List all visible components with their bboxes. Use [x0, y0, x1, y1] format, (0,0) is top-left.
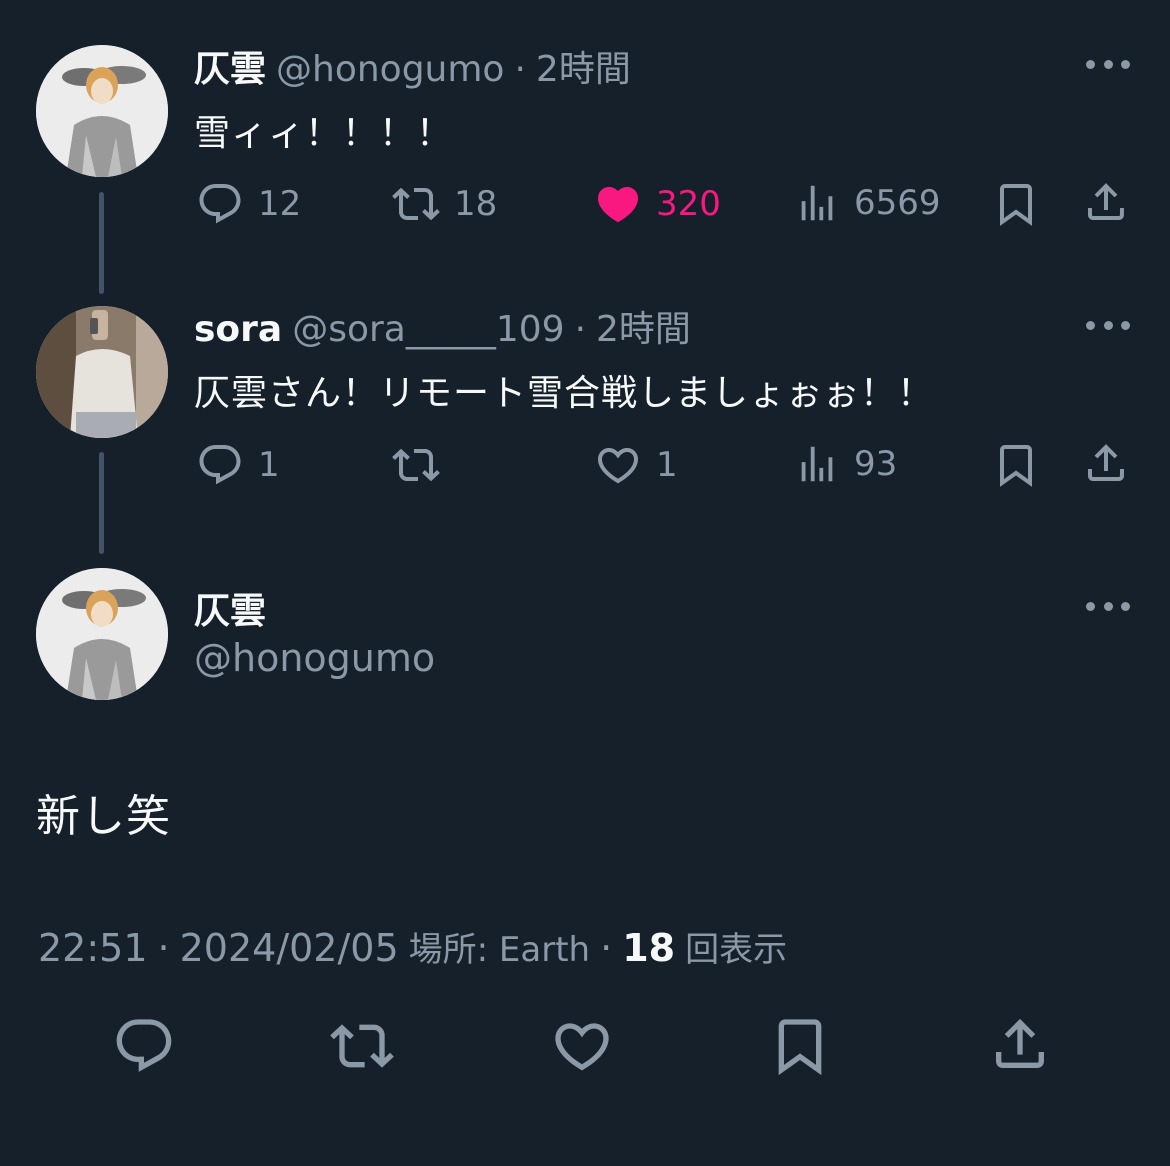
like-button[interactable]: 320: [594, 180, 721, 228]
avatar[interactable]: [36, 306, 168, 438]
share-icon: [1082, 178, 1130, 226]
views-count: 6569: [854, 183, 941, 223]
views-count: 93: [854, 444, 898, 484]
share-button[interactable]: [1082, 439, 1130, 487]
handle[interactable]: @honogumo: [194, 636, 435, 680]
bookmark-icon: [992, 441, 1040, 489]
like-icon: [594, 180, 642, 228]
views-label: 回表示: [685, 930, 788, 970]
tweet-time[interactable]: 2時間: [596, 300, 691, 352]
handle[interactable]: @honogumo: [276, 49, 504, 90]
tweet-time[interactable]: 22:51: [38, 926, 148, 970]
tweet-text: 新し笑: [36, 791, 171, 842]
like-icon: [550, 1014, 614, 1078]
retweet-button[interactable]: 18: [392, 180, 497, 228]
views-count: 18: [622, 926, 676, 970]
bookmark-button[interactable]: [768, 1014, 832, 1078]
display-name[interactable]: 仄雲: [194, 582, 266, 634]
retweet-icon: [392, 441, 440, 489]
more-icon[interactable]: [1086, 58, 1130, 70]
thread-line: [99, 452, 104, 554]
reply-icon: [196, 180, 244, 228]
reply-button[interactable]: 12: [196, 180, 301, 228]
thread-line: [99, 192, 104, 294]
avatar[interactable]: [36, 568, 168, 700]
tweet-time[interactable]: 2時間: [536, 40, 631, 92]
share-button[interactable]: [988, 1012, 1052, 1076]
tweet-location[interactable]: 場所: Earth: [409, 922, 590, 971]
bookmark-button[interactable]: [992, 180, 1040, 228]
share-button[interactable]: [1082, 178, 1130, 226]
retweet-icon: [392, 180, 440, 228]
views-button[interactable]: 6569: [794, 180, 941, 226]
more-icon[interactable]: [1086, 319, 1130, 331]
retweet-button[interactable]: [392, 441, 454, 489]
like-button[interactable]: 1: [594, 441, 678, 489]
reply-count: 1: [258, 445, 280, 485]
views-button[interactable]: 93: [794, 441, 897, 487]
tweet-text: 雪ィィ！！！！: [194, 113, 454, 154]
display-name[interactable]: sora: [194, 309, 282, 350]
avatar-photo: [36, 306, 168, 438]
bookmark-icon: [992, 180, 1040, 228]
retweet-icon: [330, 1014, 394, 1078]
avatar-illustration: [36, 45, 168, 177]
separator: ·: [600, 926, 613, 970]
display-name[interactable]: 仄雲: [194, 40, 266, 92]
like-count: 320: [656, 184, 721, 224]
more-icon[interactable]: [1086, 600, 1130, 612]
bookmark-button[interactable]: [992, 441, 1040, 489]
like-button[interactable]: [550, 1014, 614, 1078]
separator: ·: [514, 49, 526, 90]
tweet-meta: 22:51 · 2024/02/05 場所: Earth · 18 回表示: [38, 922, 787, 971]
like-count: 1: [656, 445, 678, 485]
reply-button[interactable]: [112, 1014, 176, 1078]
like-icon: [594, 441, 642, 489]
views-icon: [794, 180, 840, 226]
reply-button[interactable]: 1: [196, 441, 280, 489]
tweet-date[interactable]: 2024/02/05: [180, 926, 399, 970]
share-icon: [988, 1012, 1052, 1076]
reply-icon: [112, 1014, 176, 1078]
bookmark-icon: [768, 1014, 832, 1078]
views-icon: [794, 441, 840, 487]
tweet-text: 仄雲さん！リモート雪合戦しましょぉぉ！！: [194, 373, 935, 414]
handle[interactable]: @sora_____109: [292, 309, 564, 350]
reply-icon: [196, 441, 244, 489]
separator: ·: [574, 309, 587, 350]
avatar[interactable]: [36, 45, 168, 177]
share-icon: [1082, 439, 1130, 487]
retweet-count: 18: [454, 184, 498, 224]
reply-count: 12: [258, 184, 302, 224]
separator: ·: [157, 926, 170, 970]
avatar-illustration: [36, 568, 168, 700]
retweet-button[interactable]: [330, 1014, 394, 1078]
